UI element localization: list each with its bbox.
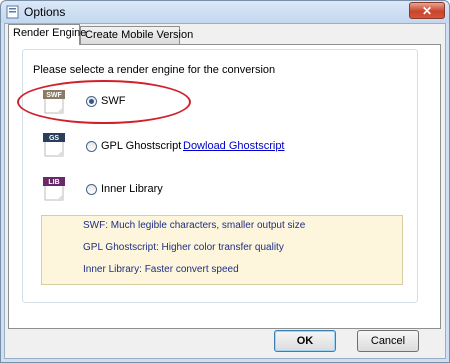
radio-ghostscript-indicator[interactable] xyxy=(86,140,97,152)
cancel-button[interactable]: Cancel xyxy=(357,330,419,352)
radio-swf[interactable]: SWF xyxy=(86,95,125,107)
info-ghostscript: GPL Ghostscript: Higher color transfer q… xyxy=(83,242,284,253)
radio-ghostscript[interactable]: GPL Ghostscript xyxy=(86,140,181,152)
download-ghostscript-link[interactable]: Dowload Ghostscript xyxy=(183,140,285,152)
tab-create-mobile-version[interactable]: Create Mobile Version xyxy=(80,26,193,44)
close-icon: ✕ xyxy=(421,3,433,18)
radio-swf-indicator[interactable] xyxy=(86,95,97,107)
ok-button-label: OK xyxy=(296,335,314,347)
title-bar[interactable]: Options ✕ xyxy=(1,1,449,23)
ghostscript-file-icon: GS xyxy=(43,133,65,157)
close-button[interactable]: ✕ xyxy=(409,2,445,19)
library-file-icon: LIB xyxy=(43,177,65,201)
swf-file-icon: SWF xyxy=(43,90,65,114)
info-swf: SWF: Much legible characters, smaller ou… xyxy=(83,220,306,231)
gs-badge-text: GS xyxy=(49,135,59,142)
radio-inner-library-indicator[interactable] xyxy=(86,183,97,195)
radio-inner-library-label[interactable]: Inner Library xyxy=(101,183,163,195)
radio-swf-label[interactable]: SWF xyxy=(101,95,125,107)
lib-badge-text: LIB xyxy=(48,179,59,186)
app-icon xyxy=(6,5,19,19)
radio-ghostscript-label[interactable]: GPL Ghostscript xyxy=(101,140,181,152)
radio-inner-library[interactable]: Inner Library xyxy=(86,183,163,195)
window-title: Options xyxy=(24,5,66,19)
cancel-button-label: Cancel xyxy=(370,335,406,347)
swf-badge-text: SWF xyxy=(46,92,62,99)
info-inner-library: Inner Library: Faster convert speed xyxy=(83,264,239,275)
ok-button[interactable]: OK xyxy=(274,330,336,352)
engine-group-label: Please selecte a render engine for the c… xyxy=(31,64,278,76)
tab-render-engine[interactable]: Render Engine xyxy=(8,24,86,45)
